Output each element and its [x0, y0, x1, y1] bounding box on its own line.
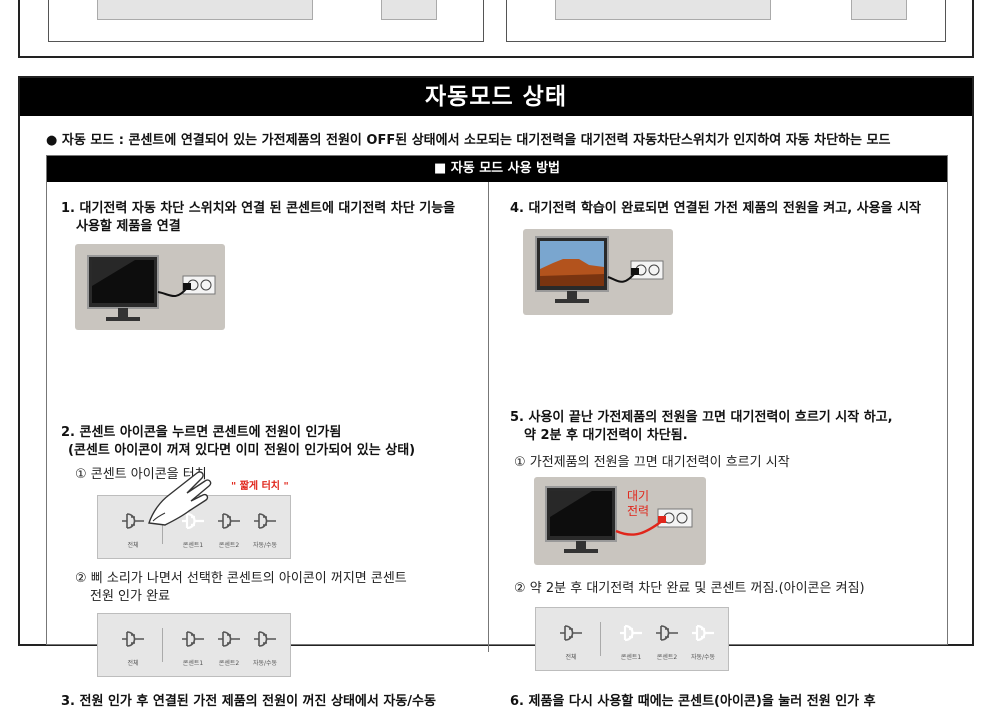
panel-label-outlet2: 콘센트2: [218, 660, 240, 667]
previous-section-frame: [18, 0, 974, 58]
previous-control-button: [381, 0, 437, 20]
standby-label-2: 전력: [627, 504, 650, 518]
plug-icon-all: [120, 628, 146, 654]
standby-cord: [615, 520, 663, 536]
control-panel-cutoff: 전체 콘센트1 콘센트2 자동/수동: [535, 607, 729, 671]
auto-mode-intro: ● 자동 모드 : 콘센트에 연결되어 있는 가전제품의 전원이 OFF된 상태…: [46, 133, 891, 148]
monitor-on-illustration: [535, 236, 664, 303]
panel-separator: [162, 628, 163, 662]
step-1-line2: 사용할 제품을 연결: [76, 219, 181, 234]
hand-pointer-icon: [148, 471, 212, 526]
monitor-neck: [567, 291, 577, 299]
column-divider: [488, 182, 489, 652]
previous-control-panel: [555, 0, 771, 20]
step-2-sub2-line1: ② 삐 소리가 나면서 선택한 콘센트의 아이콘이 꺼지면 콘센트: [75, 571, 407, 586]
standby-label-1: 대기: [627, 489, 650, 503]
control-panel-powered: 전체 콘센트1 콘센트2 자동/수동: [97, 613, 291, 677]
panel-label-outlet2: 콘센트2: [218, 542, 240, 549]
monitor-base: [555, 299, 589, 303]
step-5-sub1: ① 가전제품의 전원을 끄면 대기전력이 흐르기 시작: [514, 455, 790, 470]
auto-mode-section: 자동모드 상태 ● 자동 모드 : 콘센트에 연결되어 있는 가전제품의 전원이…: [18, 76, 974, 709]
plug-icon-outlet2: [216, 628, 242, 654]
monitor-base: [564, 549, 598, 553]
step-6-line1: 6. 제품을 다시 사용할 때에는 콘센트(아이콘)을 눌러 전원 인가 후: [510, 694, 876, 709]
step-5-sub2: ② 약 2분 후 대기전력 차단 완료 및 콘센트 꺼짐.(아이콘은 켜짐): [514, 581, 865, 596]
step-5-line2: 약 2분 후 대기전력이 차단됨.: [524, 428, 688, 443]
panel-label-auto-manual: 자동/수동: [690, 654, 716, 661]
plug-icon-outlet1-glowing: [618, 622, 644, 648]
step-3-line1: 3. 전원 인가 후 연결된 가전 제품의 전원이 꺼진 상태에서 자동/수동: [61, 694, 436, 709]
plug: [183, 283, 191, 290]
panel-label-auto-manual: 자동/수동: [252, 542, 278, 549]
step-1-line1: 1. 대기전력 자동 차단 스위치와 연결 된 콘센트에 대기전력 차단 기능을: [61, 201, 456, 216]
monitor-neck: [118, 308, 128, 317]
plug: [658, 516, 666, 523]
panel-label-all: 전체: [127, 542, 139, 549]
step-2-line1: 2. 콘센트 아이콘을 누르면 콘센트에 전원이 인가됨: [61, 425, 342, 440]
plug-icon-outlet2: [654, 622, 680, 648]
step-2-line2: (콘센트 아이콘이 꺼져 있다면 이미 전원이 인가되어 있는 상태): [68, 443, 416, 458]
standby-power-photo: 대기 전력: [534, 477, 706, 565]
step-5-line1: 5. 사용이 끝난 가전제품의 전원을 끄면 대기전력이 흐르기 시작 하고,: [510, 410, 893, 425]
panel-label-outlet1: 콘센트1: [620, 654, 642, 661]
monitor-on-photo: [523, 229, 673, 315]
monitor-base: [106, 317, 140, 321]
touch-note: " 짧게 터치 ": [231, 481, 289, 492]
monitor-off-photo: [75, 244, 225, 330]
panel-label-outlet1: 콘센트1: [182, 542, 204, 549]
plug-icon-auto-manual: [252, 628, 278, 654]
previous-control-panel: [97, 0, 313, 20]
panel-label-all: 전체: [127, 660, 139, 667]
monitor-neck: [576, 541, 586, 549]
standby-illustration: [545, 486, 693, 553]
panel-label-all: 전체: [565, 654, 577, 661]
monitor-illustration: [87, 255, 216, 321]
plug-icon-all: [558, 622, 584, 648]
panel-label-outlet1: 콘센트1: [182, 660, 204, 667]
step-2-sub2-line2: 전원 인가 완료: [90, 589, 171, 604]
howto-box: ■ 자동 모드 사용 방법 1. 대기전력 자동 차단 스위치와 연결 된 콘센…: [46, 155, 948, 709]
howto-title: ■ 자동 모드 사용 방법: [47, 156, 947, 182]
previous-panel-right: [506, 0, 946, 42]
screen-ground: [540, 274, 604, 286]
plug: [631, 268, 639, 275]
section-title: 자동모드 상태: [20, 78, 972, 116]
panel-label-outlet2: 콘센트2: [656, 654, 678, 661]
panel-separator: [600, 622, 601, 656]
plug-icon-auto-manual-glowing: [690, 622, 716, 648]
step-4-line1: 4. 대기전력 학습이 완료되면 연결된 가전 제품의 전원을 켜고, 사용을 …: [510, 201, 922, 216]
plug-icon-auto-manual: [252, 510, 278, 536]
plug-icon-outlet1: [180, 628, 206, 654]
panel-label-auto-manual: 자동/수동: [252, 660, 278, 667]
previous-panel-left: [48, 0, 484, 42]
previous-control-button: [851, 0, 907, 20]
